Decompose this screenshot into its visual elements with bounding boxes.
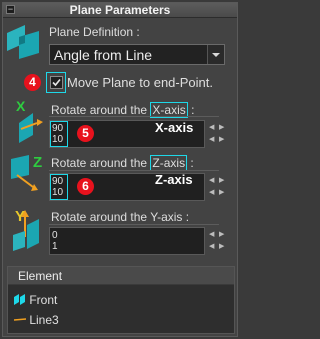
check-icon bbox=[52, 78, 61, 87]
rotate-x-suffix: : bbox=[191, 103, 195, 117]
element-header-label: Element bbox=[18, 269, 63, 283]
rotate-x-label: Rotate around the X-axis : bbox=[51, 102, 195, 118]
rotate-y-value-2: 1 bbox=[52, 241, 58, 252]
rotate-z-prefix: Rotate around the bbox=[51, 156, 151, 170]
rotate-z-axis-text: Z-axis bbox=[150, 155, 188, 171]
list-item-label: Front bbox=[29, 293, 58, 307]
rotate-x-spinner[interactable]: ◀ ▶ ◀ ▶ bbox=[209, 120, 229, 148]
list-item-label: Line3 bbox=[29, 313, 59, 327]
plane-definition-icon bbox=[7, 25, 39, 59]
divider bbox=[49, 116, 219, 117]
increment-icon[interactable]: ▶ bbox=[219, 243, 224, 251]
increment-icon[interactable]: ▶ bbox=[219, 231, 224, 239]
move-plane-checkbox[interactable] bbox=[50, 76, 63, 89]
decrement-icon[interactable]: ◀ bbox=[209, 177, 214, 185]
plane-definition-label: Plane Definition : bbox=[49, 25, 140, 39]
plane-parameters-panel: − Plane Parameters Plane Definition : An… bbox=[2, 2, 238, 337]
rotate-z-value-2: 10 bbox=[52, 187, 64, 198]
move-plane-label: Move Plane to end-Point. bbox=[67, 75, 213, 90]
rotate-x-value-2: 10 bbox=[52, 134, 64, 145]
rotate-z-label: Rotate around the Z-axis : bbox=[51, 155, 194, 171]
svg-text:Z: Z bbox=[33, 154, 42, 171]
rotate-y-spinner[interactable]: ◀ ▶ ◀ ▶ bbox=[209, 227, 229, 255]
rotate-x-axis-icon: X bbox=[16, 99, 43, 143]
rotate-x-prefix: Rotate around the bbox=[51, 103, 151, 117]
divider bbox=[49, 170, 219, 171]
rotate-z-value-1: 90 bbox=[52, 176, 64, 187]
increment-icon[interactable]: ▶ bbox=[219, 136, 224, 144]
list-item[interactable]: Line3 bbox=[13, 313, 59, 327]
rotate-z-suffix: : bbox=[190, 156, 194, 170]
decrement-icon[interactable]: ◀ bbox=[209, 231, 214, 239]
x-axis-caption: X-axis bbox=[155, 120, 194, 135]
rotate-z-axis-icon: Z bbox=[11, 154, 42, 191]
increment-icon[interactable]: ▶ bbox=[219, 189, 224, 197]
increment-icon[interactable]: ▶ bbox=[219, 124, 224, 132]
rotate-y-axis-icon: Y bbox=[13, 208, 39, 251]
rotate-y-label: Rotate around the Y-axis : bbox=[51, 210, 190, 224]
chevron-down-icon[interactable] bbox=[207, 45, 224, 64]
divider bbox=[49, 224, 219, 225]
plane-icon bbox=[14, 294, 25, 305]
decrement-icon[interactable]: ◀ bbox=[209, 136, 214, 144]
rotate-z-spinner[interactable]: ◀ ▶ ◀ ▶ bbox=[209, 173, 229, 201]
rotate-y-value-1: 0 bbox=[52, 230, 58, 241]
increment-icon[interactable]: ▶ bbox=[219, 177, 224, 185]
plane-definition-value: Angle from Line bbox=[54, 47, 153, 63]
annotation-badge-4: 4 bbox=[24, 74, 41, 91]
rotate-x-value-1: 90 bbox=[52, 123, 64, 134]
line-icon bbox=[13, 318, 27, 321]
decrement-icon[interactable]: ◀ bbox=[209, 124, 214, 132]
panel-header[interactable]: − Plane Parameters bbox=[3, 3, 237, 18]
panel-title: Plane Parameters bbox=[69, 3, 171, 17]
plane-definition-select[interactable]: Angle from Line bbox=[49, 44, 225, 65]
element-list: Element Front Line3 bbox=[7, 266, 235, 334]
decrement-icon[interactable]: ◀ bbox=[209, 189, 214, 197]
annotation-badge-6: 6 bbox=[77, 178, 94, 195]
element-list-header: Element bbox=[8, 267, 234, 285]
z-axis-caption: Z-axis bbox=[155, 172, 193, 187]
annotation-badge-5: 5 bbox=[77, 125, 94, 142]
rotate-y-values[interactable]: 0 1 bbox=[49, 227, 205, 255]
svg-text:X: X bbox=[16, 99, 26, 114]
list-item[interactable]: Front bbox=[14, 293, 57, 307]
decrement-icon[interactable]: ◀ bbox=[209, 243, 214, 251]
